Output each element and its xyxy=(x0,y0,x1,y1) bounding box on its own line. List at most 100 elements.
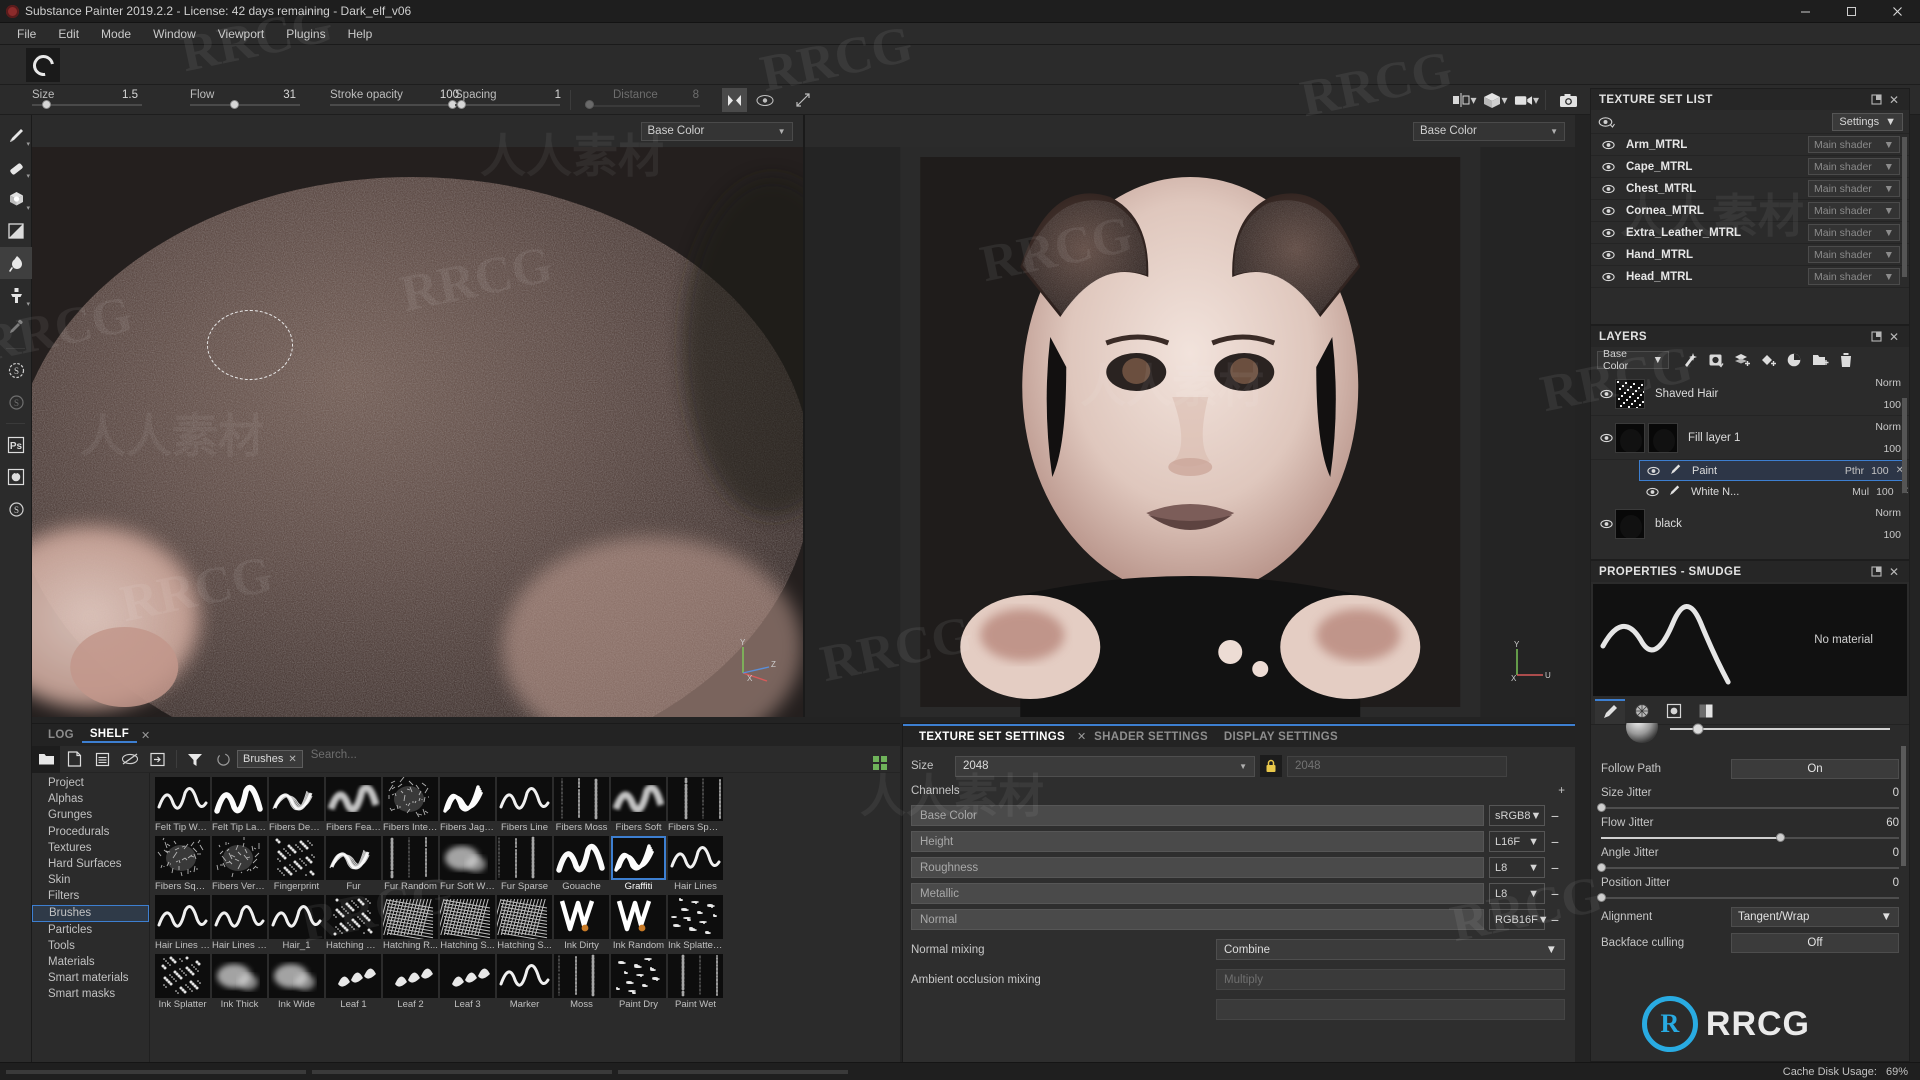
shelf-category-materials[interactable]: Materials xyxy=(32,954,149,970)
visibility-eye-icon[interactable] xyxy=(1599,272,1617,282)
brush-item[interactable]: Felt Tip Wat... xyxy=(155,777,210,834)
brush-item[interactable]: Ink Random xyxy=(611,895,666,952)
texture-set-row[interactable]: Head_MTRL Main shader ▼ xyxy=(1591,266,1909,288)
param-distance[interactable]: Distance 8 xyxy=(585,85,705,115)
shelf-category-brushes[interactable]: Brushes xyxy=(32,904,149,922)
visibility-eye-icon[interactable] xyxy=(1599,184,1617,194)
shelf-category-filters[interactable]: Filters xyxy=(32,888,149,904)
eyedropper-tool-button[interactable] xyxy=(0,311,32,343)
layer-visibility-icon[interactable] xyxy=(1597,389,1615,399)
tab-shelf[interactable]: SHELF xyxy=(81,728,138,743)
brush-item[interactable]: Hair_1 xyxy=(269,895,324,952)
brush-item[interactable]: Fibers Vertical xyxy=(212,836,267,893)
shelf-grid-area[interactable]: Felt Tip Wat... Felt Tip Large Fibers Dens… xyxy=(150,773,900,1062)
smudge-tool-button[interactable] xyxy=(0,247,32,279)
effect-opacity[interactable]: 100 xyxy=(1871,465,1889,477)
add-effect-icon[interactable] xyxy=(1681,351,1699,369)
size-lock-button[interactable] xyxy=(1260,755,1282,777)
effect-blend-mode[interactable]: Pthr xyxy=(1845,465,1864,477)
shelf-category-smart-materials[interactable]: Smart materials xyxy=(32,970,149,986)
brush-item[interactable]: Fibers Line xyxy=(497,777,552,834)
brush-item[interactable]: Marker xyxy=(497,954,552,1011)
texture-set-row[interactable]: Extra_Leather_MTRL Main shader ▼ xyxy=(1591,222,1909,244)
channel-name[interactable]: Roughness xyxy=(911,857,1484,878)
layer-opacity[interactable]: 100 xyxy=(1847,399,1901,411)
viewport-3d-channel-select[interactable]: Base Color ▼ xyxy=(640,121,793,141)
shelf-close-icon[interactable]: ✕ xyxy=(141,729,150,742)
shelf-category-tools[interactable]: Tools xyxy=(32,938,149,954)
shelf-filter-chip[interactable]: Brushes ✕ xyxy=(237,750,303,768)
new-asset-icon[interactable] xyxy=(60,746,88,773)
remove-channel-button[interactable]: − xyxy=(1545,912,1565,928)
slider-track[interactable] xyxy=(1597,803,1899,812)
effect-visibility-icon[interactable] xyxy=(1643,487,1661,497)
slider-track[interactable] xyxy=(1597,863,1899,872)
shelf-category-alphas[interactable]: Alphas xyxy=(32,791,149,807)
shelf-category-smart-masks[interactable]: Smart masks xyxy=(32,986,149,1002)
smart-mask-button[interactable]: S xyxy=(0,386,32,418)
brush-item[interactable]: Hatching S... xyxy=(440,895,495,952)
brush-item[interactable]: Hair Lines S... xyxy=(212,895,267,952)
slider-knob[interactable] xyxy=(1597,863,1606,872)
visibility-eye-icon[interactable] xyxy=(1599,228,1617,238)
texture-set-settings-close-icon[interactable]: ✕ xyxy=(1077,730,1086,743)
eraser-tool-button[interactable]: ▾ xyxy=(0,151,32,183)
viewport-2d-canvas[interactable] xyxy=(805,147,1576,717)
shader-select[interactable]: Main shader ▼ xyxy=(1808,246,1900,263)
brush-item[interactable]: Ink Splatter ... xyxy=(668,895,723,952)
brush-item[interactable]: Paint Dry xyxy=(611,954,666,1011)
menu-plugins[interactable]: Plugins xyxy=(275,24,336,44)
projection-tool-button[interactable]: ▾ xyxy=(0,183,32,215)
layers-channel-select[interactable]: Base Color ▼ xyxy=(1597,348,1669,372)
param-spacing[interactable]: Spacing 1 xyxy=(455,85,565,115)
undock-icon[interactable] xyxy=(1867,91,1885,109)
close-button[interactable] xyxy=(1874,0,1920,23)
layers-scrollbar[interactable] xyxy=(1902,398,1907,493)
hide-icon[interactable] xyxy=(116,746,144,773)
list-view-icon[interactable] xyxy=(88,746,116,773)
channel-format-select[interactable]: L8 ▼ xyxy=(1489,857,1545,878)
brush-item[interactable]: Leaf 3 xyxy=(440,954,495,1011)
layer-visibility-icon[interactable] xyxy=(1597,519,1615,529)
brush-item[interactable]: Fibers Jagged xyxy=(440,777,495,834)
layer-opacity[interactable]: 100 xyxy=(1847,529,1901,541)
channel-name[interactable]: Base Color xyxy=(911,805,1484,826)
viewport-3d[interactable]: Base Color ▼ Y X Z xyxy=(32,115,803,717)
layer-row[interactable]: Fill layer 1 Norm 100 xyxy=(1591,416,1909,460)
brush-item[interactable]: Fibers Moss xyxy=(554,777,609,834)
size-select[interactable]: 2048 ▼ xyxy=(955,755,1255,777)
texture-set-row[interactable]: Hand_MTRL Main shader ▼ xyxy=(1591,244,1909,266)
screenshot-icon[interactable] xyxy=(1556,88,1581,112)
channel-name[interactable]: Height xyxy=(911,831,1484,852)
layer-blend-mode[interactable]: Norm xyxy=(1847,377,1901,389)
add-fill-layer-icon[interactable] xyxy=(1759,351,1777,369)
brush-item[interactable]: Leaf 2 xyxy=(383,954,438,1011)
visibility-all-icon[interactable] xyxy=(1597,113,1615,131)
brush-item[interactable]: Felt Tip Large xyxy=(212,777,267,834)
brush-item[interactable]: Ink Thick xyxy=(212,954,267,1011)
remove-channel-button[interactable]: − xyxy=(1545,860,1565,876)
layer-visibility-icon[interactable] xyxy=(1597,433,1615,443)
import-icon[interactable] xyxy=(144,746,172,773)
select-control[interactable]: Tangent/Wrap ▼ xyxy=(1731,907,1899,927)
shelf-category-project[interactable]: Project xyxy=(32,775,149,791)
close-icon[interactable]: ✕ xyxy=(1885,328,1903,346)
toggle-control[interactable]: On xyxy=(1731,759,1899,779)
brush-item[interactable]: Hatching G... xyxy=(326,895,381,952)
slider-knob[interactable] xyxy=(1597,893,1606,902)
chip-close-icon[interactable]: ✕ xyxy=(288,754,296,765)
texture-set-settings-button[interactable]: Settings ▼ xyxy=(1832,112,1903,131)
symmetry-axis-button[interactable] xyxy=(790,88,815,112)
brush-item[interactable]: Fur Soft Wide xyxy=(440,836,495,893)
visibility-eye-icon[interactable] xyxy=(1599,206,1617,216)
close-icon[interactable]: ✕ xyxy=(1885,563,1903,581)
shelf-category-procedurals[interactable]: Procedurals xyxy=(32,824,149,840)
layer-blend-mode[interactable]: Norm xyxy=(1847,507,1901,519)
brush-item[interactable]: Ink Splatter xyxy=(155,954,210,1011)
visibility-eye-icon[interactable] xyxy=(1599,250,1617,260)
brush-item[interactable]: Paint Wet xyxy=(668,954,723,1011)
param-stroke-opacity[interactable]: Stroke opacity 100 xyxy=(330,85,465,115)
tab-alpha-properties[interactable] xyxy=(1659,699,1689,724)
channel-format-select[interactable]: sRGB8 ▼ xyxy=(1489,805,1545,826)
brush-item[interactable]: Fibers Soft xyxy=(611,777,666,834)
